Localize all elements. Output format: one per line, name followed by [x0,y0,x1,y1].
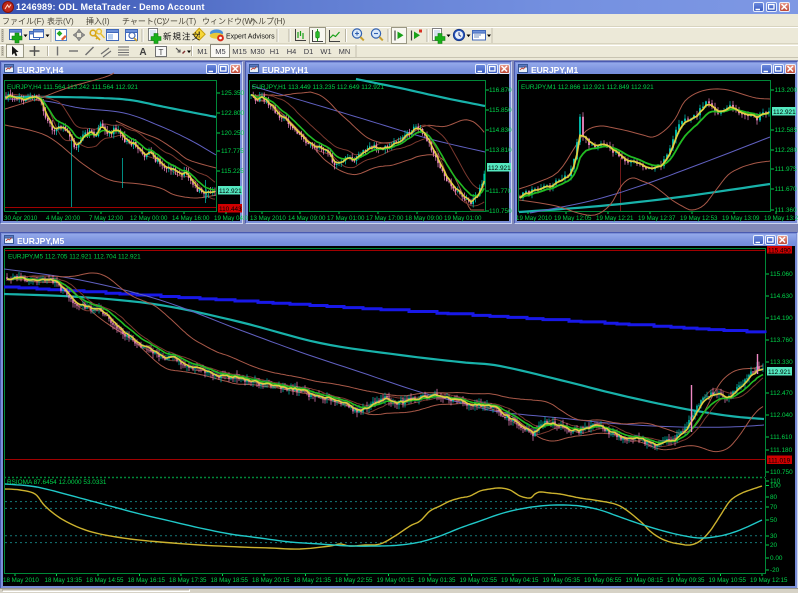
svg-text:Expert Advisors: Expert Advisors [226,34,275,41]
svg-text:50: 50 [770,517,778,524]
svg-text:19 May 08:15: 19 May 08:15 [626,577,664,584]
svg-text:18 May 13:35: 18 May 13:35 [45,577,83,584]
svg-text:111.770: 111.770 [489,188,512,195]
svg-text:19 May 13:09: 19 May 13:09 [722,215,760,222]
svg-text:19 May 12:15: 19 May 12:15 [750,577,788,584]
svg-text:30 Apr 2010: 30 Apr 2010 [4,215,38,222]
svg-text:19 May 2010: 19 May 2010 [516,215,552,222]
svg-text:30: 30 [770,533,778,540]
svg-text:120.250: 120.250 [221,130,245,137]
svg-text:114.190: 114.190 [770,315,793,322]
svg-text:112.921: 112.921 [773,109,796,116]
svg-text:A: A [139,47,146,58]
svg-text:115.850: 115.850 [489,107,512,114]
svg-text:125.350: 125.350 [221,90,245,97]
svg-text:110.750: 110.750 [770,469,793,476]
svg-text:115.060: 115.060 [770,271,793,278]
svg-text:W1: W1 [320,47,331,56]
svg-text:4 May 20:00: 4 May 20:00 [46,215,81,222]
svg-text:M5: M5 [215,47,225,56]
svg-text:20: 20 [770,542,778,549]
svg-text:117.775: 117.775 [221,148,244,155]
svg-text:111.670: 111.670 [775,186,798,193]
svg-text:EURJPY,M5 112.705 112.921 112: EURJPY,M5 112.705 112.921 112.704 112.92… [8,254,141,261]
svg-text:114.830: 114.830 [489,127,512,134]
svg-text:0.00: 0.00 [770,555,783,562]
svg-text:19 May 04:15: 19 May 04:15 [501,577,539,584]
svg-text:111.180: 111.180 [770,447,793,454]
svg-text:111.360: 111.360 [775,207,798,214]
svg-text:19 May 09:35: 19 May 09:35 [667,577,705,584]
svg-text:M1: M1 [197,47,207,56]
svg-text:112.040: 112.040 [770,412,793,419]
svg-text:18 May 14:55: 18 May 14:55 [86,577,124,584]
svg-text:19 May 04:00: 19 May 04:00 [214,215,252,222]
svg-text:M15: M15 [232,47,247,56]
svg-text:100: 100 [770,483,781,490]
svg-text:122.800: 122.800 [221,110,245,117]
svg-text:113.330: 113.330 [770,359,793,366]
svg-text:112.921: 112.921 [768,369,791,376]
svg-text:110.443: 110.443 [219,206,242,213]
svg-text:114.630: 114.630 [770,293,793,300]
svg-text:H4: H4 [287,47,297,56]
svg-text:112.921: 112.921 [488,165,511,172]
svg-text:19 May 12:37: 19 May 12:37 [638,215,676,222]
svg-text:D1: D1 [304,47,314,56]
svg-text:19 May 00:15: 19 May 00:15 [377,577,415,584]
svg-text:111.019: 111.019 [768,458,791,465]
svg-text:19 May 10:55: 19 May 10:55 [709,577,747,584]
svg-text:EURJPY,H4 111.564 113.242 111: EURJPY,H4 111.564 113.242 111.564 112.92… [7,84,138,91]
svg-text:111.610: 111.610 [770,434,793,441]
svg-text:14 May 09:00: 14 May 09:00 [288,215,326,222]
svg-text:12 May 00:00: 12 May 00:00 [130,215,168,222]
svg-text:116.870: 116.870 [489,87,512,94]
svg-text:EURJPY,H1 113.449 113.235 112: EURJPY,H1 113.449 113.235 112.649 112.92… [252,84,384,91]
svg-text:19 May 01:35: 19 May 01:35 [418,577,456,584]
svg-text:112.585: 112.585 [775,127,798,134]
svg-text:113.810: 113.810 [489,147,512,154]
svg-text:19 May 02:55: 19 May 02:55 [460,577,498,584]
svg-text:18 May 18:55: 18 May 18:55 [211,577,249,584]
svg-text:14 May 16:00: 14 May 16:00 [172,215,210,222]
svg-text:18 May 09:00: 18 May 09:00 [405,215,443,222]
svg-text:新規注文: 新規注文 [163,32,201,42]
svg-text:19 May 13:25: 19 May 13:25 [764,215,798,222]
svg-text:H1: H1 [270,47,280,56]
svg-text:18 May 2010: 18 May 2010 [3,577,39,584]
svg-text:T: T [159,48,164,57]
svg-text:EURJPY,M1 112.866 112.921 112: EURJPY,M1 112.866 112.921 112.849 112.92… [521,84,654,91]
svg-text:18 May 22:55: 18 May 22:55 [335,577,373,584]
svg-text:7 May 12:00: 7 May 12:00 [89,215,124,222]
svg-text:80: 80 [770,494,778,501]
svg-text:115.490: 115.490 [768,248,791,255]
svg-text:113.760: 113.760 [770,337,793,344]
svg-text:70: 70 [770,504,778,511]
svg-text:19 May 05:35: 19 May 05:35 [543,577,581,584]
svg-text:112.280: 112.280 [775,147,798,154]
svg-text:RSIOMA 87.6454 12.0000 53.0331: RSIOMA 87.6454 12.0000 53.0331 [7,479,107,486]
svg-text:111.975: 111.975 [775,166,798,173]
svg-text:19 May 06:55: 19 May 06:55 [584,577,622,584]
svg-text:13 May 2010: 13 May 2010 [250,215,286,222]
svg-text:18 May 17:35: 18 May 17:35 [169,577,207,584]
svg-text:-20: -20 [770,567,780,574]
svg-text:112.921: 112.921 [219,188,242,195]
svg-text:19 May 12:05: 19 May 12:05 [554,215,592,222]
svg-text:112.470: 112.470 [770,390,793,397]
svg-text:17 May 17:00: 17 May 17:00 [366,215,404,222]
svg-text:115.225: 115.225 [221,168,244,175]
svg-text:19 May 12:53: 19 May 12:53 [680,215,718,222]
svg-text:MN: MN [339,47,351,56]
svg-text:17 May 01:00: 17 May 01:00 [327,215,365,222]
svg-text:M30: M30 [250,47,265,56]
svg-text:110.750: 110.750 [489,208,512,215]
svg-text:113.200: 113.200 [775,87,798,94]
svg-text:19 May 01:00: 19 May 01:00 [444,215,482,222]
svg-text:19 May 12:21: 19 May 12:21 [596,215,634,222]
svg-text:18 May 21:35: 18 May 21:35 [294,577,332,584]
svg-text:18 May 20:15: 18 May 20:15 [252,577,290,584]
svg-text:18 May 16:15: 18 May 16:15 [128,577,166,584]
